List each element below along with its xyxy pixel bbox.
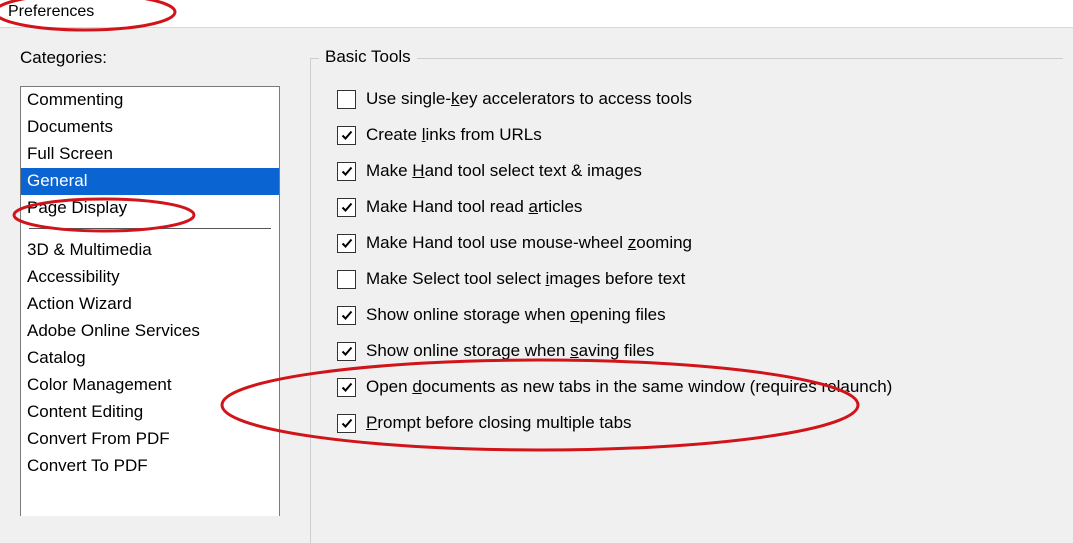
option-row: Open documents as new tabs in the same w…	[337, 377, 1053, 397]
category-item[interactable]: Convert To PDF	[21, 453, 279, 480]
option-label[interactable]: Show online storage when opening files	[366, 305, 666, 325]
category-item[interactable]: Accessibility	[21, 264, 279, 291]
option-label[interactable]: Make Hand tool use mouse-wheel zooming	[366, 233, 692, 253]
window-title: Preferences	[8, 3, 94, 20]
option-label[interactable]: Create links from URLs	[366, 125, 542, 145]
option-label[interactable]: Make Hand tool read articles	[366, 197, 582, 217]
basic-tools-group: Basic Tools Use single-key accelerators …	[310, 58, 1063, 543]
option-row: Show online storage when opening files	[337, 305, 1053, 325]
category-item[interactable]: Convert From PDF	[21, 426, 279, 453]
checkbox[interactable]	[337, 414, 356, 433]
category-item[interactable]: Page Display	[21, 195, 279, 222]
option-label[interactable]: Make Hand tool select text & images	[366, 161, 642, 181]
checkbox[interactable]	[337, 234, 356, 253]
category-item[interactable]: Catalog	[21, 345, 279, 372]
checkbox[interactable]	[337, 342, 356, 361]
checkbox[interactable]	[337, 306, 356, 325]
option-row: Make Select tool select images before te…	[337, 269, 1053, 289]
checkbox[interactable]	[337, 378, 356, 397]
category-item[interactable]: Adobe Online Services	[21, 318, 279, 345]
option-label[interactable]: Make Select tool select images before te…	[366, 269, 685, 289]
option-row: Make Hand tool use mouse-wheel zooming	[337, 233, 1053, 253]
categories-label: Categories:	[20, 48, 280, 68]
option-label[interactable]: Prompt before closing multiple tabs	[366, 413, 632, 433]
option-label[interactable]: Open documents as new tabs in the same w…	[366, 377, 892, 397]
category-item[interactable]: General	[21, 168, 279, 195]
checkbox[interactable]	[337, 90, 356, 109]
option-label[interactable]: Show online storage when saving files	[366, 341, 654, 361]
option-row: Show online storage when saving files	[337, 341, 1053, 361]
category-item[interactable]: Action Wizard	[21, 291, 279, 318]
category-item[interactable]: Content Editing	[21, 399, 279, 426]
checkbox[interactable]	[337, 198, 356, 217]
option-label[interactable]: Use single-key accelerators to access to…	[366, 89, 692, 109]
list-separator	[29, 228, 271, 229]
checkbox[interactable]	[337, 270, 356, 289]
category-item[interactable]: 3D & Multimedia	[21, 237, 279, 264]
checkbox[interactable]	[337, 162, 356, 181]
category-item[interactable]: Color Management	[21, 372, 279, 399]
categories-listbox[interactable]: CommentingDocumentsFull ScreenGeneralPag…	[20, 86, 280, 516]
option-row: Prompt before closing multiple tabs	[337, 413, 1053, 433]
option-row: Make Hand tool select text & images	[337, 161, 1053, 181]
category-item[interactable]: Documents	[21, 114, 279, 141]
checkbox[interactable]	[337, 126, 356, 145]
group-legend: Basic Tools	[319, 47, 417, 67]
option-row: Create links from URLs	[337, 125, 1053, 145]
category-item[interactable]: Commenting	[21, 87, 279, 114]
category-item[interactable]: Full Screen	[21, 141, 279, 168]
option-row: Use single-key accelerators to access to…	[337, 89, 1053, 109]
option-row: Make Hand tool read articles	[337, 197, 1053, 217]
